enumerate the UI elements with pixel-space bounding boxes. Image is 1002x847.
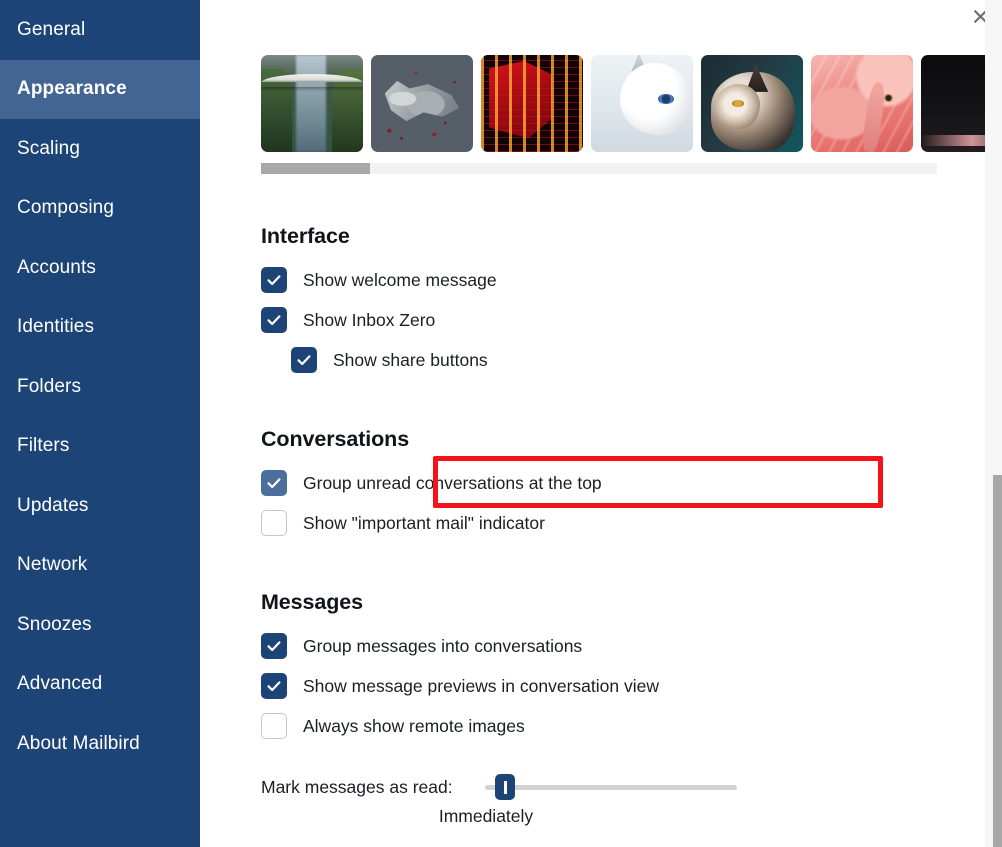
flamingo-thumbnail[interactable] bbox=[811, 55, 913, 152]
white-cat-thumbnail[interactable] bbox=[591, 55, 693, 152]
slider-thumb-grip bbox=[503, 780, 507, 794]
content-vertical-scrollbar[interactable] bbox=[985, 0, 1002, 847]
checkbox-show-share-buttons[interactable] bbox=[291, 347, 317, 373]
direwolf-sigil-thumbnail[interactable] bbox=[371, 55, 473, 152]
horizontal-scrollbar-thumb[interactable] bbox=[261, 163, 370, 174]
option-label: Show message previews in conversation vi… bbox=[303, 675, 659, 696]
mark-as-read-slider[interactable] bbox=[485, 774, 737, 800]
settings-sidebar: General Appearance Scaling Composing Acc… bbox=[0, 0, 200, 847]
sidebar-item-composing[interactable]: Composing bbox=[0, 179, 200, 239]
sidebar-item-about-mailbird[interactable]: About Mailbird bbox=[0, 714, 200, 774]
sidebar-item-advanced[interactable]: Advanced bbox=[0, 655, 200, 715]
vertical-scrollbar-thumb[interactable] bbox=[993, 475, 1002, 847]
option-label: Show "important mail" indicator bbox=[303, 512, 545, 533]
conversations-option-group-unread[interactable]: Group unread conversations at the top bbox=[261, 466, 602, 500]
conversations-section: Conversations bbox=[261, 427, 409, 452]
thumbnail-image bbox=[261, 55, 363, 152]
thumbnail-image bbox=[481, 55, 583, 152]
checkbox-show-inbox-zero[interactable] bbox=[261, 307, 287, 333]
thumbnail-image bbox=[811, 55, 913, 152]
option-label: Show Inbox Zero bbox=[303, 309, 436, 330]
interface-section: Interface bbox=[261, 224, 350, 249]
theme-thumbnail-strip bbox=[261, 55, 1002, 152]
section-heading-interface: Interface bbox=[261, 224, 350, 248]
sidebar-item-accounts[interactable]: Accounts bbox=[0, 238, 200, 298]
option-label: Group messages into conversations bbox=[303, 635, 583, 656]
thumbnail-image bbox=[701, 55, 803, 152]
slider-value-label: Immediately bbox=[438, 806, 534, 826]
sidebar-item-appearance[interactable]: Appearance bbox=[0, 59, 200, 119]
sidebar-item-label: About Mailbird bbox=[17, 732, 140, 754]
interface-option-show-share-buttons[interactable]: Show share buttons bbox=[261, 343, 488, 377]
waterfall-bridge-thumbnail[interactable] bbox=[261, 55, 363, 152]
messages-section: Messages bbox=[261, 590, 363, 615]
checkbox-group-messages-into-conversations[interactable] bbox=[261, 633, 287, 659]
sidebar-item-network[interactable]: Network bbox=[0, 536, 200, 596]
red-circuit-board-thumbnail[interactable] bbox=[481, 55, 583, 152]
interface-option-show-welcome-message[interactable]: Show welcome message bbox=[261, 263, 497, 297]
sidebar-item-label: Scaling bbox=[17, 137, 81, 159]
option-label: Always show remote images bbox=[303, 715, 525, 736]
sidebar-item-snoozes[interactable]: Snoozes bbox=[0, 595, 200, 655]
interface-option-show-inbox-zero[interactable]: Show Inbox Zero bbox=[261, 303, 435, 337]
sidebar-item-general[interactable]: General bbox=[0, 0, 200, 60]
settings-window: General Appearance Scaling Composing Acc… bbox=[0, 0, 1002, 847]
thumbnail-image bbox=[371, 55, 473, 152]
option-label: Show share buttons bbox=[333, 349, 488, 370]
thumbnail-image bbox=[591, 55, 693, 152]
slider-track[interactable] bbox=[485, 785, 737, 790]
sidebar-item-folders[interactable]: Folders bbox=[0, 357, 200, 417]
check-icon bbox=[297, 355, 311, 366]
checkbox-show-welcome-message[interactable] bbox=[261, 267, 287, 293]
sidebar-item-filters[interactable]: Filters bbox=[0, 417, 200, 477]
messages-option-group-into-conversations[interactable]: Group messages into conversations bbox=[261, 629, 582, 663]
check-icon bbox=[267, 478, 281, 489]
section-heading-messages: Messages bbox=[261, 590, 363, 614]
sidebar-item-label: General bbox=[17, 18, 86, 40]
sidebar-item-label: Folders bbox=[17, 375, 82, 397]
tabby-cat-thumbnail[interactable] bbox=[701, 55, 803, 152]
messages-option-show-previews[interactable]: Show message previews in conversation vi… bbox=[261, 669, 659, 703]
checkbox-always-show-remote-images[interactable] bbox=[261, 713, 287, 739]
sidebar-item-label: Snoozes bbox=[17, 613, 92, 635]
mark-messages-as-read-row: Mark messages as read: bbox=[261, 774, 961, 800]
sidebar-item-label: Composing bbox=[17, 197, 115, 219]
sidebar-item-label: Identities bbox=[17, 316, 95, 338]
sidebar-item-label: Appearance bbox=[17, 78, 127, 100]
option-label: Show welcome message bbox=[303, 269, 497, 290]
sidebar-item-identities[interactable]: Identities bbox=[0, 298, 200, 358]
option-label: Group unread conversations at the top bbox=[303, 472, 602, 493]
sidebar-item-label: Advanced bbox=[17, 673, 103, 695]
thumbnail-horizontal-scrollbar[interactable] bbox=[261, 163, 937, 174]
sidebar-item-scaling[interactable]: Scaling bbox=[0, 119, 200, 179]
checkbox-group-unread-conversations-at-the-top[interactable] bbox=[261, 470, 287, 496]
settings-content: Interface Show welcome message Show Inbo… bbox=[200, 0, 1002, 847]
slider-label: Mark messages as read: bbox=[261, 776, 453, 797]
sidebar-item-label: Updates bbox=[17, 494, 89, 516]
checkbox-show-message-previews[interactable] bbox=[261, 673, 287, 699]
checkbox-show-important-mail-indicator[interactable] bbox=[261, 510, 287, 536]
sidebar-item-label: Accounts bbox=[17, 256, 96, 278]
slider-thumb[interactable] bbox=[495, 774, 515, 800]
conversations-option-important-mail[interactable]: Show "important mail" indicator bbox=[261, 506, 545, 540]
messages-option-remote-images[interactable]: Always show remote images bbox=[261, 709, 525, 743]
sidebar-item-label: Filters bbox=[17, 435, 70, 457]
sidebar-item-updates[interactable]: Updates bbox=[0, 476, 200, 536]
section-heading-conversations: Conversations bbox=[261, 427, 410, 451]
check-icon bbox=[267, 641, 281, 652]
sidebar-item-label: Network bbox=[17, 554, 88, 576]
check-icon bbox=[267, 275, 281, 286]
check-icon bbox=[267, 315, 281, 326]
check-icon bbox=[267, 681, 281, 692]
